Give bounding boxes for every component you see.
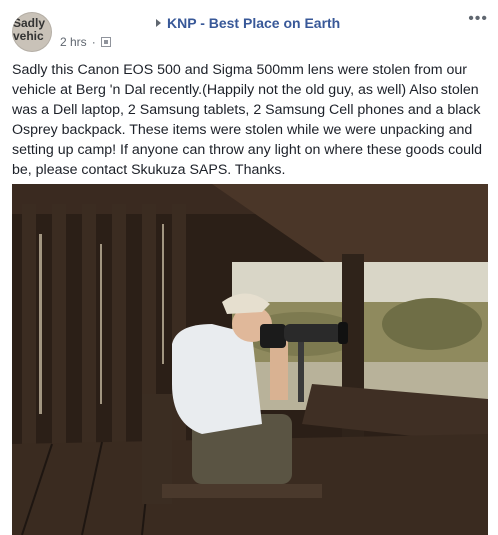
photo-illustration [12,184,488,535]
avatar[interactable]: Sadly vehic [12,12,52,52]
caret-right-icon [156,19,161,27]
more-options-icon: ••• [468,10,488,27]
more-options-button[interactable]: ••• [468,10,488,28]
timestamp[interactable]: 2 hrs [60,35,87,49]
meta-separator: · [91,35,96,49]
group-privacy-icon [100,37,111,47]
post-photo[interactable] [12,184,488,535]
group-name-link[interactable]: KNP - Best Place on Earth [167,15,340,31]
post-header: KNP - Best Place on Earth [156,14,340,32]
avatar-label: Sadly vehic [13,16,46,43]
post-text: Sadly this Canon EOS 500 and Sigma 500mm… [12,62,483,178]
post-meta: 2 hrs · [60,35,111,49]
